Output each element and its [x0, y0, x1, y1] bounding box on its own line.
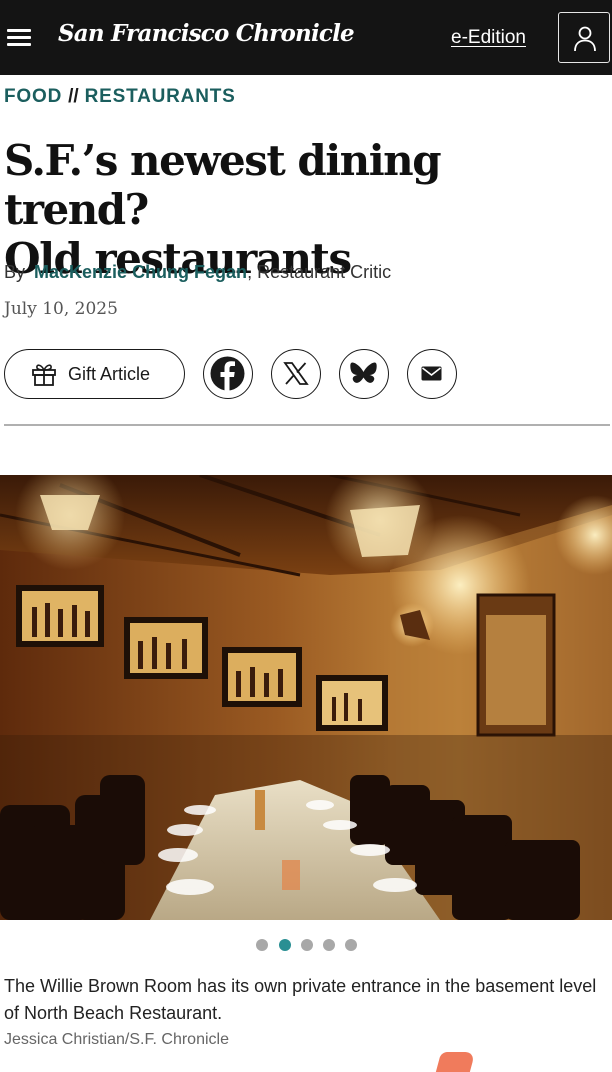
restaurant-dining-room-image: [0, 475, 612, 920]
x-icon: [283, 362, 309, 385]
gift-icon: [32, 364, 56, 386]
share-x-button[interactable]: [271, 349, 321, 399]
photo-caption: The Willie Brown Room has its own privat…: [4, 976, 597, 1023]
menu-icon[interactable]: [7, 27, 31, 47]
publish-date: July 10, 2025: [4, 299, 118, 319]
user-icon: [574, 26, 596, 52]
author-link[interactable]: MacKenzie Chung Fegan: [34, 262, 247, 282]
breadcrumb-separator: //: [68, 86, 79, 107]
share-email-button[interactable]: [407, 349, 457, 399]
top-bar: San Francisco Chronicle e-Edition: [0, 0, 612, 75]
bluesky-icon: [350, 362, 377, 383]
breadcrumb: FOOD // RESTAURANTS: [4, 86, 236, 108]
next-content-peek: [434, 1052, 476, 1072]
byline: By MacKenzie Chung Fegan, Restaurant Cri…: [4, 262, 391, 283]
masthead-logo[interactable]: San Francisco Chronicle: [58, 20, 355, 47]
divider: [4, 424, 610, 426]
gift-article-button[interactable]: Gift Article: [4, 349, 185, 399]
mail-icon: [421, 366, 442, 381]
account-button[interactable]: [558, 12, 610, 63]
photo-credit: Jessica Christian/S.F. Chronicle: [4, 1031, 229, 1048]
gallery-dot-2[interactable]: [279, 939, 291, 951]
gallery-dot-4[interactable]: [323, 939, 335, 951]
section-link-food[interactable]: FOOD: [4, 86, 62, 107]
article-photo[interactable]: [0, 475, 612, 920]
e-edition-link[interactable]: e-Edition: [451, 27, 526, 49]
gallery-dot-3[interactable]: [301, 939, 313, 951]
author-role: , Restaurant Critic: [247, 262, 392, 282]
section-link-restaurants[interactable]: RESTAURANTS: [85, 86, 236, 107]
headline-line-1: S.F.’s newest dining trend?: [4, 136, 442, 234]
gallery-dot-5[interactable]: [345, 939, 357, 951]
byline-prefix: By: [4, 262, 26, 282]
share-bluesky-button[interactable]: [339, 349, 389, 399]
facebook-icon: [210, 356, 245, 394]
article-headline: S.F.’s newest dining trend? Old restaura…: [4, 136, 594, 283]
gift-article-label: Gift Article: [68, 364, 151, 384]
share-facebook-button[interactable]: [203, 349, 253, 399]
gallery-dot-1[interactable]: [256, 939, 268, 951]
